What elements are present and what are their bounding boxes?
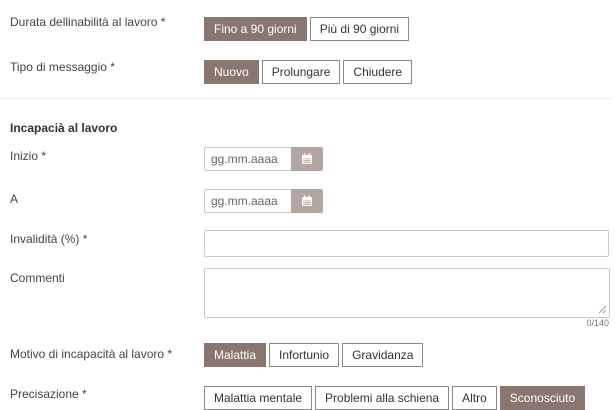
precisazione-option-sconosciuto[interactable]: Sconosciuto xyxy=(499,386,586,410)
motivo-option-gravidanza[interactable]: Gravidanza xyxy=(342,343,424,367)
commenti-textarea[interactable] xyxy=(204,268,610,318)
precisazione-option-problemi-schiena[interactable]: Problemi alla schiena xyxy=(315,386,450,410)
inizio-date-picker xyxy=(204,147,323,171)
tipo-option-nuovo[interactable]: Nuovo xyxy=(204,60,259,84)
tipo-button-group: Nuovo Prolungare Chiudere xyxy=(204,60,413,84)
precisazione-option-malattia-mentale[interactable]: Malattia mentale xyxy=(204,386,313,410)
a-label: A xyxy=(10,192,19,206)
inizio-label: Inizio * xyxy=(10,149,47,163)
a-date-input[interactable] xyxy=(204,189,291,213)
a-date-picker xyxy=(204,189,323,213)
section-divider xyxy=(0,98,612,99)
durata-label: Durata dellinabilità al lavoro * xyxy=(10,15,166,29)
char-counter: 0/140 xyxy=(586,318,609,328)
a-calendar-button[interactable] xyxy=(291,189,323,213)
motivo-option-malattia[interactable]: Malattia xyxy=(204,343,267,367)
invalidita-label: Invalidità (%) * xyxy=(10,232,88,246)
motivo-option-infortunio[interactable]: Infortunio xyxy=(269,343,340,367)
inizio-calendar-button[interactable] xyxy=(291,147,323,171)
invalidita-input[interactable] xyxy=(204,230,609,257)
tipo-option-chiudere[interactable]: Chiudere xyxy=(343,60,413,84)
tipo-option-prolungare[interactable]: Prolungare xyxy=(261,60,341,84)
resize-handle-icon[interactable] xyxy=(598,305,607,314)
precisazione-label: Precisazione * xyxy=(10,387,87,401)
motivo-label: Motivo di incapacità al lavoro * xyxy=(10,347,173,361)
section-title: Incapacià al lavoro xyxy=(10,121,118,135)
calendar-icon xyxy=(302,153,312,164)
durata-option-piu-90[interactable]: Più di 90 giorni xyxy=(309,17,410,41)
calendar-icon xyxy=(302,195,312,206)
inizio-date-input[interactable] xyxy=(204,147,291,171)
commenti-label: Commenti xyxy=(10,271,65,285)
precisazione-option-altro[interactable]: Altro xyxy=(452,386,497,410)
motivo-button-group: Malattia Infortunio Gravidanza xyxy=(204,343,424,367)
precisazione-button-group: Malattia mentale Problemi alla schiena A… xyxy=(204,386,586,410)
tipo-label: Tipo di messaggio * xyxy=(10,60,115,74)
durata-option-fino-90[interactable]: Fino a 90 giorni xyxy=(204,17,307,41)
durata-button-group: Fino a 90 giorni Più di 90 giorni xyxy=(204,17,410,41)
